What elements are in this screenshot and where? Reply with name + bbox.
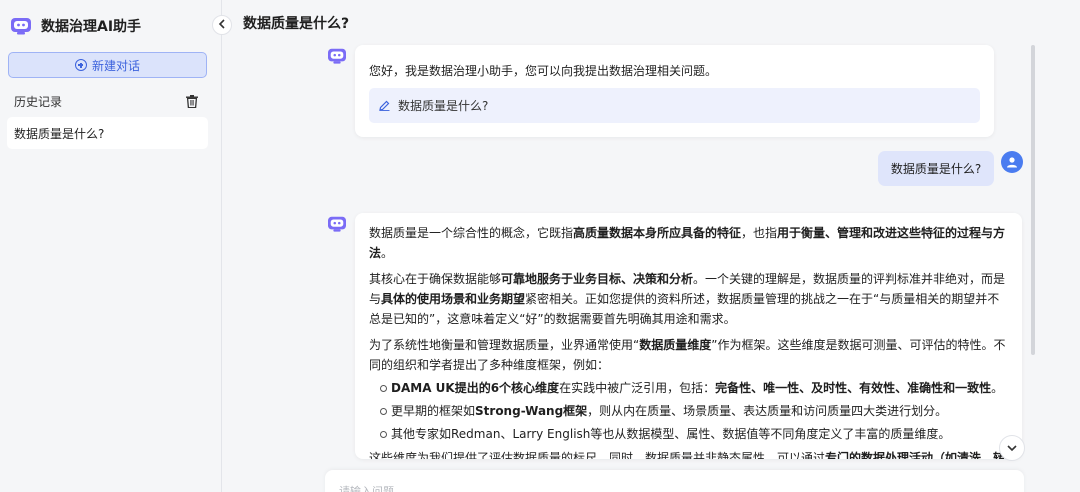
answer-paragraph: 其核心在于确保数据能够可靠地服务于业务目标、决策和分析。一个关键的理解是，数据质…: [369, 272, 1006, 326]
list-item: 更早期的框架如Strong-Wang框架，则从内在质量、场景质量、表达质量和访问…: [369, 401, 1009, 421]
suggested-question[interactable]: 数据质量是什么?: [369, 88, 980, 123]
new-chat-label: 新建对话: [91, 58, 140, 73]
answer-paragraph: 这些维度为我们提供了评估数据质量的标尺。同时，数据质量并非静态属性，可以通过专门…: [369, 451, 1006, 459]
answer-content: 数据质量是一个综合性的概念，它既指高质量数据本身所应具备的特征，也指用于衡量、管…: [369, 223, 1009, 459]
scrollbar[interactable]: [1031, 45, 1035, 355]
plus-circle-icon: [74, 59, 87, 71]
answer-paragraph: 数据质量是一个综合性的概念，它既指高质量数据本身所应具备的特征，也指用于衡量、管…: [369, 226, 1006, 260]
list-item: 其他专家如Redman、Larry English等也从数据模型、属性、数据值等…: [369, 424, 1009, 444]
page-title: 数据质量是什么?: [243, 16, 350, 32]
trash-icon[interactable]: [186, 94, 198, 108]
user-message: 数据质量是什么?: [878, 151, 994, 186]
edit-icon: [379, 100, 390, 111]
bot-greeting-message: 您好，我是数据治理小助手，您可以向我提出数据治理相关问题。 数据质量是什么?: [355, 45, 994, 137]
collapse-sidebar-button[interactable]: [212, 15, 232, 35]
history-header: 历史记录: [14, 92, 198, 110]
suggested-question-text: 数据质量是什么?: [398, 99, 489, 113]
brand: 数据治理AI助手: [10, 14, 141, 38]
list-item: DAMA UK提出的6个核心维度在实践中被广泛引用，包括：完备性、唯一性、及时性…: [369, 378, 1009, 398]
answer-bullet-list: DAMA UK提出的6个核心维度在实践中被广泛引用，包括：完备性、唯一性、及时性…: [369, 378, 1009, 444]
bot-avatar-icon: [327, 47, 349, 67]
bot-answer-message: 数据质量是一个综合性的概念，它既指高质量数据本身所应具备的特征，也指用于衡量、管…: [355, 213, 1022, 459]
history-label: 历史记录: [14, 94, 63, 109]
answer-paragraph: 为了系统性地衡量和管理数据质量，业界通常使用“数据质量维度”作为框架。这些维度是…: [369, 338, 1006, 372]
new-chat-button[interactable]: 新建对话: [8, 52, 207, 78]
chat-input-box: [325, 470, 1024, 492]
history-item[interactable]: 数据质量是什么?: [7, 117, 208, 149]
chevron-left-icon: [218, 18, 226, 33]
app-title: 数据治理AI助手: [41, 19, 142, 35]
question-input[interactable]: [339, 482, 939, 492]
robot-icon: [10, 16, 32, 36]
chevron-down-icon: [1007, 441, 1017, 456]
greeting-text: 您好，我是数据治理小助手，您可以向我提出数据治理相关问题。: [369, 64, 718, 78]
scroll-to-bottom-button[interactable]: [999, 435, 1025, 461]
chat-main: 数据质量是什么? 您好，我是数据治理小助手，您可以向我提出数据治理相关问题。 数…: [223, 0, 1080, 492]
sidebar: 数据治理AI助手 新建对话 历史记录 数据质量是什么?: [0, 0, 222, 492]
user-avatar-icon: [1001, 151, 1023, 173]
bot-avatar-icon: [327, 215, 349, 235]
